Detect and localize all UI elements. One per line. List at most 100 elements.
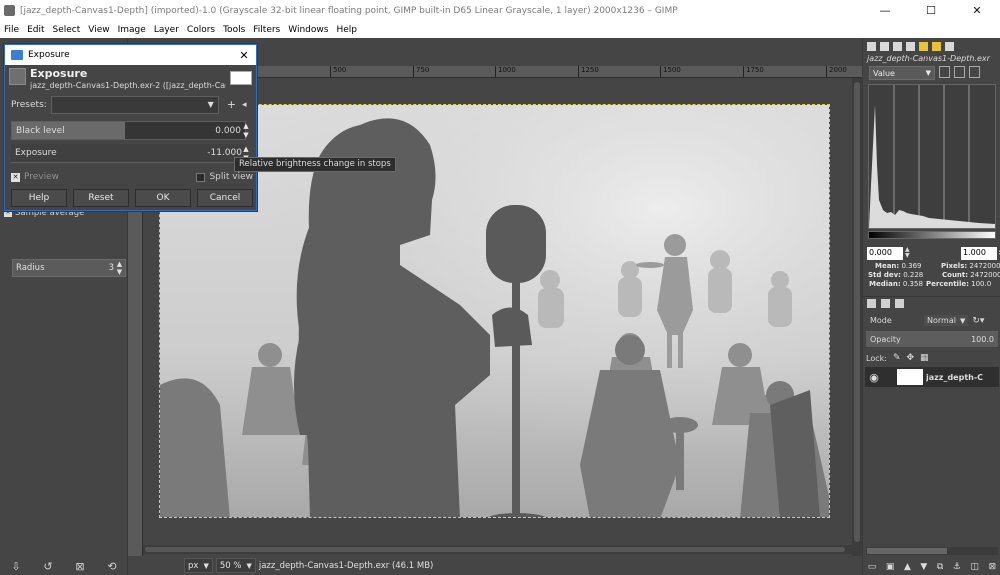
exposure-filter-icon [9, 68, 26, 85]
stat-pixels: Pixels: 2472000 [941, 262, 1000, 270]
maximize-button[interactable]: ☐ [908, 0, 954, 21]
tab-tool-options-icon[interactable] [867, 41, 876, 51]
ruler-tick: 1000 [495, 66, 516, 77]
opacity-field[interactable]: Opacity 100.0 [866, 331, 998, 347]
left-dock-buttons: ⇩ ↺ ⊠ ⟲ [0, 557, 128, 575]
horizontal-scrollbar[interactable] [143, 545, 852, 554]
tab-layers-icon[interactable] [867, 299, 876, 308]
close-icon[interactable]: ✕ [232, 49, 256, 62]
tab-device-status-icon[interactable] [880, 41, 889, 51]
exposure-dialog-titlebar[interactable]: Exposure ✕ [5, 45, 256, 65]
duplicate-layer-icon[interactable]: ⧉ [937, 562, 943, 572]
unit-selector[interactable]: px ▼ [184, 558, 213, 573]
minimize-button[interactable]: — [862, 0, 908, 21]
exposure-slider[interactable]: Exposure -11.000 [11, 144, 246, 163]
range-low-spinner[interactable]: ▲ ▼ [905, 247, 910, 259]
radius-field[interactable]: Radius 3 ▲ ▼ [12, 259, 126, 277]
menu-file[interactable]: File [0, 25, 23, 35]
lock-alpha-icon[interactable]: ▦ [920, 353, 929, 363]
horizontal-scrollbar-thumb[interactable] [145, 547, 845, 552]
menu-view[interactable]: View [84, 25, 113, 35]
tab-histogram-icon[interactable] [945, 41, 954, 51]
menu-filters[interactable]: Filters [249, 25, 284, 35]
help-button[interactable]: Help [11, 189, 67, 207]
reset-tool-options-icon[interactable]: ⟲ [107, 560, 116, 573]
exposure-dialog: Exposure ✕ Exposure jazz_depth-Canvas1-D… [4, 44, 257, 211]
presets-combo[interactable]: ▼ [50, 95, 219, 114]
new-group-icon[interactable]: ▣ [886, 562, 895, 572]
menu-tools[interactable]: Tools [219, 25, 249, 35]
ruler-tick: 1500 [660, 66, 681, 77]
delete-tool-preset-icon[interactable]: ⊠ [75, 560, 84, 573]
split-view-checkbox[interactable] [196, 172, 206, 182]
chevron-down-icon: ▼ [925, 69, 931, 77]
menu-edit[interactable]: Edit [23, 25, 48, 35]
layers-scrollbar-thumb[interactable] [867, 548, 947, 554]
anchor-layer-icon[interactable]: ⚓ [953, 562, 961, 572]
menu-select[interactable]: Select [49, 25, 85, 35]
right-dock: jazz_depth-Canvas1-Depth.exr Value ▼ 0.0… [862, 38, 1000, 575]
tab-channels-icon[interactable] [881, 299, 890, 308]
layer-mode-value: Normal [927, 316, 956, 325]
new-layer-icon[interactable]: ▭ [868, 562, 877, 572]
log-scale-icon[interactable] [954, 66, 965, 78]
cancel-button[interactable]: Cancel [197, 189, 253, 207]
vertical-scrollbar-thumb[interactable] [854, 82, 860, 542]
linear-histogram-icon[interactable] [969, 66, 980, 78]
menu-layer[interactable]: Layer [150, 25, 183, 35]
tab-pointer-icon[interactable] [919, 41, 928, 51]
delete-layer-icon[interactable]: ⊠ [989, 562, 997, 572]
preview-checkbox[interactable]: ✕ [11, 172, 20, 182]
tab-images-icon[interactable] [906, 41, 915, 51]
mode-reset-icon[interactable]: ↻▾ [972, 316, 984, 326]
ruler-tick: 2000 [826, 66, 847, 77]
tab-colors-icon[interactable] [932, 41, 941, 51]
layers-horizontal-scrollbar[interactable] [866, 547, 998, 555]
range-low-field[interactable]: 0.000 [867, 247, 903, 260]
reset-button[interactable]: Reset [73, 189, 129, 207]
tab-undo-icon[interactable] [893, 41, 902, 51]
chevron-down-icon: ▼ [207, 100, 214, 109]
radius-spinner[interactable]: ▲ ▼ [115, 260, 124, 276]
save-tool-preset-icon[interactable]: ⇩ [11, 560, 20, 573]
range-high-field[interactable]: 1.000 [961, 247, 997, 260]
tab-paths-icon[interactable] [895, 299, 904, 308]
ok-button[interactable]: OK [135, 189, 191, 207]
chevron-down-icon: ▼ [203, 561, 209, 570]
menu-windows[interactable]: Windows [284, 25, 332, 35]
linear-scale-icon[interactable] [939, 66, 950, 78]
histogram-gradient-bar[interactable] [868, 231, 996, 239]
stat-stddev: Std dev: 0.228 [868, 271, 924, 279]
mask-icon[interactable]: ◫ [971, 562, 980, 572]
close-window-button[interactable]: ✕ [954, 0, 1000, 21]
visibility-eye-icon[interactable]: ◉ [865, 371, 883, 384]
zoom-selector[interactable]: 50 % ▼ [215, 558, 256, 573]
exposure-dialog-title: Exposure [28, 50, 70, 60]
stat-percentile: Percentile: 100.0 [926, 280, 992, 288]
add-preset-icon[interactable]: + [227, 98, 236, 111]
vertical-scrollbar[interactable] [852, 78, 862, 556]
black-level-slider[interactable]: Black level 0.000 [11, 121, 246, 140]
presets-row: Presets: ▼ + ◂ [11, 95, 253, 114]
layer-name: jazz_depth-C [926, 372, 984, 382]
histogram-graph[interactable] [868, 84, 996, 229]
black-level-spinner[interactable]: ▲ ▼ [241, 122, 251, 140]
gimp-app-icon [4, 5, 15, 16]
histogram-image-title: jazz_depth-Canvas1-Depth.exr [867, 54, 990, 63]
menu-help[interactable]: Help [332, 25, 361, 35]
dialog-buttons: Help Reset OK Cancel [11, 189, 253, 207]
lock-pixels-icon[interactable]: ✎ [893, 353, 901, 363]
layer-mode-select[interactable]: Normal ▼ [924, 315, 969, 326]
histogram-channel-select[interactable]: Value ▼ [869, 66, 935, 80]
exposure-header-subtitle: jazz_depth-Canvas1-Depth.exr-2 ([jazz_de… [30, 81, 226, 90]
lock-position-icon[interactable]: ✥ [906, 353, 914, 363]
restore-tool-preset-icon[interactable]: ↺ [43, 560, 52, 573]
lower-layer-icon[interactable]: ▼ [920, 562, 927, 572]
layer-row[interactable]: ◉ jazz_depth-C [865, 367, 999, 387]
preset-menu-icon[interactable]: ◂ [242, 100, 247, 110]
drawable-preview-swatch [230, 71, 252, 85]
menu-colors[interactable]: Colors [183, 25, 219, 35]
menu-image[interactable]: Image [114, 25, 150, 35]
raise-layer-icon[interactable]: ▲ [904, 562, 911, 572]
black-level-value: 0.000 [215, 125, 241, 136]
